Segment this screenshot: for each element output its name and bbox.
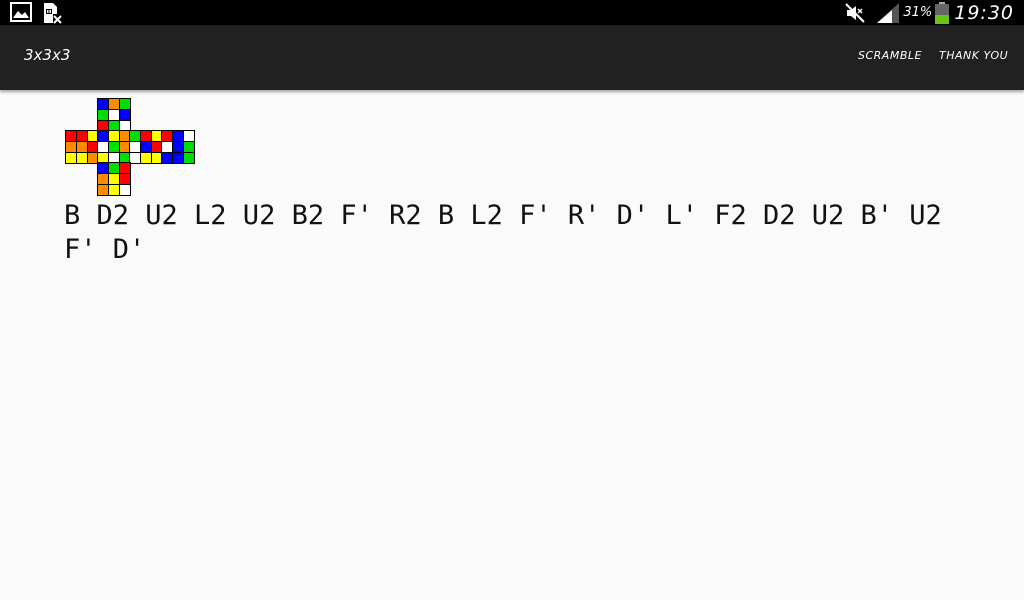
sticker-B-2-2 bbox=[183, 152, 195, 164]
scramble-button[interactable]: SCRAMBLE bbox=[858, 49, 922, 62]
cube-net bbox=[65, 98, 195, 196]
clock: 19:30 bbox=[954, 1, 1014, 24]
action-bar: 3x3x3 SCRAMBLE THANK YOU bbox=[0, 25, 1024, 90]
puzzle-type-title[interactable]: 3x3x3 bbox=[24, 46, 70, 64]
status-bar: 31% 19:30 bbox=[0, 0, 1024, 25]
gallery-icon bbox=[10, 2, 32, 26]
battery-percent: 31% bbox=[903, 5, 933, 20]
sticker-D-2-2 bbox=[119, 184, 131, 196]
scramble-sequence: B D2 U2 L2 U2 B2 F' R2 B L2 F' R' D' L' … bbox=[64, 200, 942, 265]
signal-icon bbox=[877, 2, 900, 23]
thank-you-button[interactable]: THANK YOU bbox=[939, 49, 1008, 62]
battery-icon bbox=[935, 1, 950, 24]
mute-icon bbox=[845, 2, 866, 23]
